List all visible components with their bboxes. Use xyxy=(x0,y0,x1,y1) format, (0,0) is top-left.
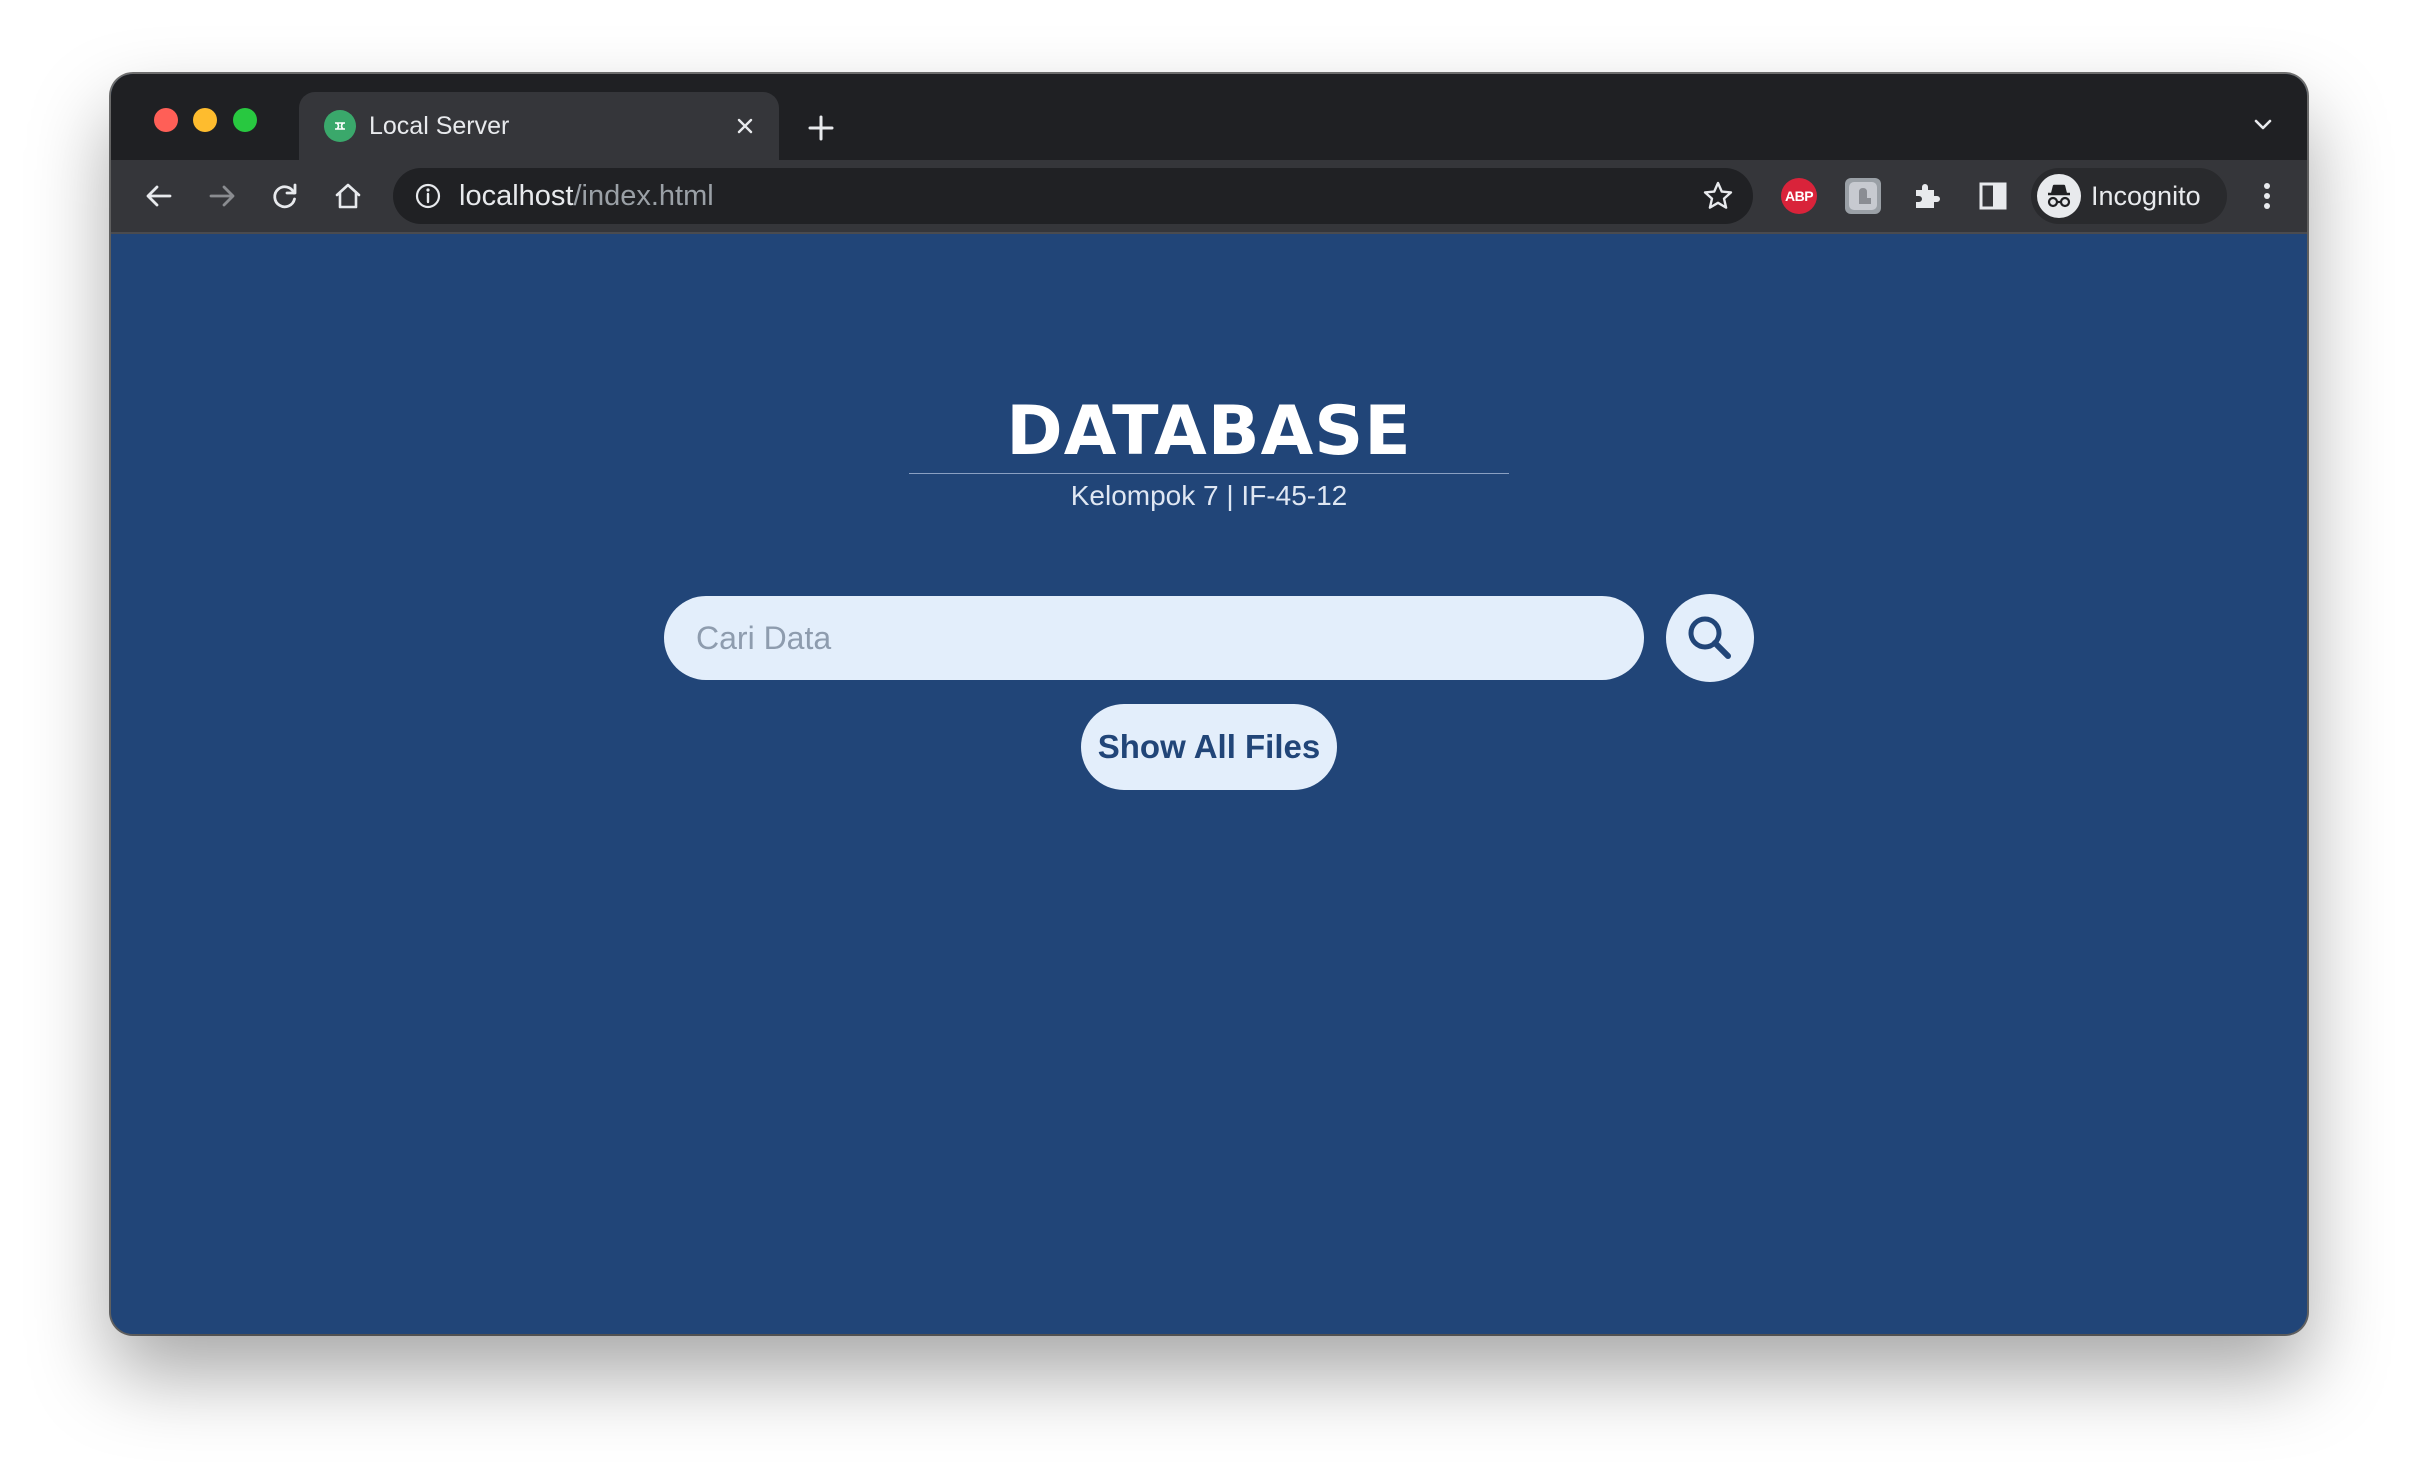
bookmark-star-icon[interactable] xyxy=(1701,179,1735,213)
reload-icon[interactable] xyxy=(263,174,307,218)
abp-label: ABP xyxy=(1784,188,1814,204)
incognito-profile-button[interactable]: Incognito xyxy=(2031,168,2227,224)
adblock-plus-extension-icon[interactable]: ABP xyxy=(1781,178,1817,214)
side-panel-icon[interactable] xyxy=(1973,176,2013,216)
search-input[interactable] xyxy=(664,596,1644,680)
home-icon[interactable] xyxy=(326,174,370,218)
tab-search-chevron-down-icon[interactable] xyxy=(2247,108,2279,140)
forward-arrow-icon[interactable] xyxy=(200,174,244,218)
address-bar[interactable]: localhost/index.html xyxy=(393,168,1753,224)
new-tab-plus-icon[interactable] xyxy=(801,108,841,148)
profile-label: Incognito xyxy=(2091,181,2201,211)
search-icon xyxy=(1688,616,1731,659)
title-divider xyxy=(909,473,1509,474)
tab-title: Local Server xyxy=(369,112,510,140)
site-info-icon[interactable] xyxy=(413,181,443,211)
minimize-window-button[interactable] xyxy=(193,108,217,132)
more-menu-icon[interactable] xyxy=(2247,176,2287,216)
globe-favicon-icon xyxy=(324,110,356,142)
close-tab-icon[interactable] xyxy=(729,110,761,142)
url-host: localhost xyxy=(459,180,574,212)
show-all-files-button[interactable]: Show All Files xyxy=(1081,704,1337,790)
close-window-button[interactable] xyxy=(154,108,178,132)
browser-toolbar: localhost/index.html ABP Incognito xyxy=(111,160,2307,234)
url-text[interactable]: localhost/index.html xyxy=(459,179,714,213)
zoom-window-button[interactable] xyxy=(233,108,257,132)
back-arrow-icon[interactable] xyxy=(137,174,181,218)
tab-strip: Local Server xyxy=(111,74,2307,160)
browser-window: Local Server localhost/index.html ABP In… xyxy=(111,74,2307,1334)
url-path: /index.html xyxy=(573,180,714,212)
search-button[interactable] xyxy=(1666,594,1754,682)
tab-local-server[interactable]: Local Server xyxy=(299,92,779,160)
extension-icon[interactable] xyxy=(1845,178,1881,214)
page-content: DATABASE Kelompok 7 | IF-45-12 Show All … xyxy=(111,234,2307,1334)
page-subtitle: Kelompok 7 | IF-45-12 xyxy=(1070,480,1348,511)
extensions-puzzle-icon[interactable] xyxy=(1907,176,1947,216)
incognito-icon xyxy=(2037,174,2081,218)
page-title: DATABASE xyxy=(1006,392,1412,471)
